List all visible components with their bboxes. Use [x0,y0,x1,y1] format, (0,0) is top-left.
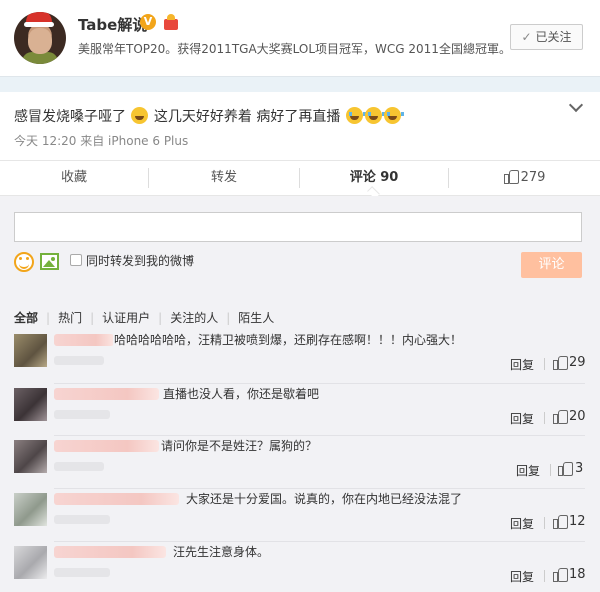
comment-like-count: 3 [575,461,584,476]
crying-emoji-icon [383,107,404,124]
comment-like-count: 18 [569,567,586,582]
forward-checkbox-label[interactable]: 同时转发到我的微博 [86,252,194,269]
commenter-avatar[interactable] [14,546,47,579]
reply-button[interactable]: 回复 [510,356,534,373]
santa-hat-icon [24,12,54,27]
reply-button[interactable]: 回复 [510,410,534,427]
following-label: 已关注 [535,30,572,44]
commenter-name[interactable] [54,546,166,558]
reply-button[interactable]: 回复 [516,462,540,479]
comment-like-count: 20 [569,409,586,424]
post-time[interactable]: 今天 12:20 [14,134,76,148]
user-name[interactable]: Tabe解说 [78,14,147,35]
comment-filter-tabs: 全部 | 热门 | 认证用户 | 关注的人 | 陌生人 [14,309,275,326]
submit-comment-button[interactable]: 评论 [521,252,582,278]
forward-button[interactable]: 转发 [149,161,299,195]
reply-button[interactable]: 回复 [510,568,534,585]
profile-header: Tabe解说 V 美服常年TOP20。获得2011TGA大奖赛LOL项目冠军，W… [0,0,600,76]
comment-time [54,410,110,419]
commenter-avatar[interactable] [14,493,47,526]
thumbs-up-icon[interactable] [553,409,568,424]
sick-mask-emoji-icon [131,107,149,124]
post-text: 感冒发烧嗓子哑了 这几天好好养着 病好了再直播 [14,106,404,126]
comment-text: 直播也没人看，你还是歇着吧 [162,385,321,402]
post-source: 来自 iPhone 6 Plus [80,134,189,148]
comment-row: 大家还是十分爱国。说真的，你在内地已经没法混了 回复 12 [0,488,600,541]
user-bio: 美服常年TOP20。获得2011TGA大奖赛LOL项目冠军，WCG 2011全国… [78,42,511,56]
filter-strangers[interactable]: 陌生人 [238,309,274,326]
following-button[interactable]: ✓ 已关注 [510,24,583,50]
comment-text: 汪先生注意身体。 [172,543,271,560]
commenter-avatar[interactable] [14,388,47,421]
avatar[interactable] [14,12,66,64]
comment-text: 请问你是不是姓汪？属狗的？ [160,437,319,454]
crying-emoji-icon [345,107,366,124]
comment-row: 直播也没人看，你还是歇着吧 回复 20 [0,383,600,436]
comment-time [54,515,110,524]
comment-text: 哈哈哈哈哈哈，汪精卫被喷到爆，还刷存在感啊！！！内心强大！ [113,331,464,348]
comment-tab[interactable]: 评论 90 [300,161,448,195]
filter-verified[interactable]: 认证用户 [102,309,150,326]
check-icon: ✓ [521,30,532,44]
filter-all[interactable]: 全部 [14,309,38,326]
filter-following[interactable]: 关注的人 [170,309,218,326]
gift-icon [162,14,180,30]
comment-like-count: 12 [569,514,586,529]
thumbs-up-icon[interactable] [553,355,568,370]
comment-time [54,356,104,365]
verified-icon: V [140,14,156,30]
emoticon-icon[interactable] [14,252,34,272]
comment-time [54,568,110,577]
thumbs-up-icon[interactable] [553,514,568,529]
commenter-name[interactable] [54,334,114,346]
comment-time [54,462,104,471]
post-action-bar: 收藏 转发 评论 90 279 [0,160,600,196]
like-button[interactable]: 279 [449,161,600,195]
header-divider [0,76,600,92]
commenter-name[interactable] [54,440,159,452]
thumbs-up-icon[interactable] [553,567,568,582]
filter-hot[interactable]: 热门 [58,309,82,326]
comment-row: 哈哈哈哈哈哈，汪精卫被喷到爆，还刷存在感啊！！！内心强大！ 回复 29 [0,330,600,382]
image-icon[interactable] [40,253,59,270]
forward-checkbox[interactable] [70,254,82,266]
favorite-button[interactable]: 收藏 [0,161,148,195]
reply-button[interactable]: 回复 [510,515,534,532]
comment-panel: 同时转发到我的微博 评论 全部 | 热门 | 认证用户 | 关注的人 | 陌生人 哈哈哈哈哈哈，… [0,196,600,592]
post-meta: 今天 12:20 来自 iPhone 6 Plus [14,132,188,149]
thumbs-up-icon [503,169,519,184]
comment-like-count: 29 [569,355,586,370]
crying-emoji-icon [364,107,385,124]
commenter-avatar[interactable] [14,440,47,473]
thumbs-up-icon[interactable] [558,461,573,476]
chevron-down-icon[interactable] [569,100,583,114]
comment-text: 大家还是十分爱国。说真的，你在内地已经没法混了 [185,490,464,507]
comment-row: 请问你是不是姓汪？属狗的？ 回复 3 [0,435,600,488]
commenter-avatar[interactable] [14,334,47,367]
commenter-name[interactable] [54,388,159,400]
comment-input[interactable] [14,212,582,242]
comment-row: 汪先生注意身体。 回复 18 [0,541,600,592]
commenter-name[interactable] [54,493,179,505]
weibo-post-page: Tabe解说 V 美服常年TOP20。获得2011TGA大奖赛LOL项目冠军，W… [0,0,600,592]
